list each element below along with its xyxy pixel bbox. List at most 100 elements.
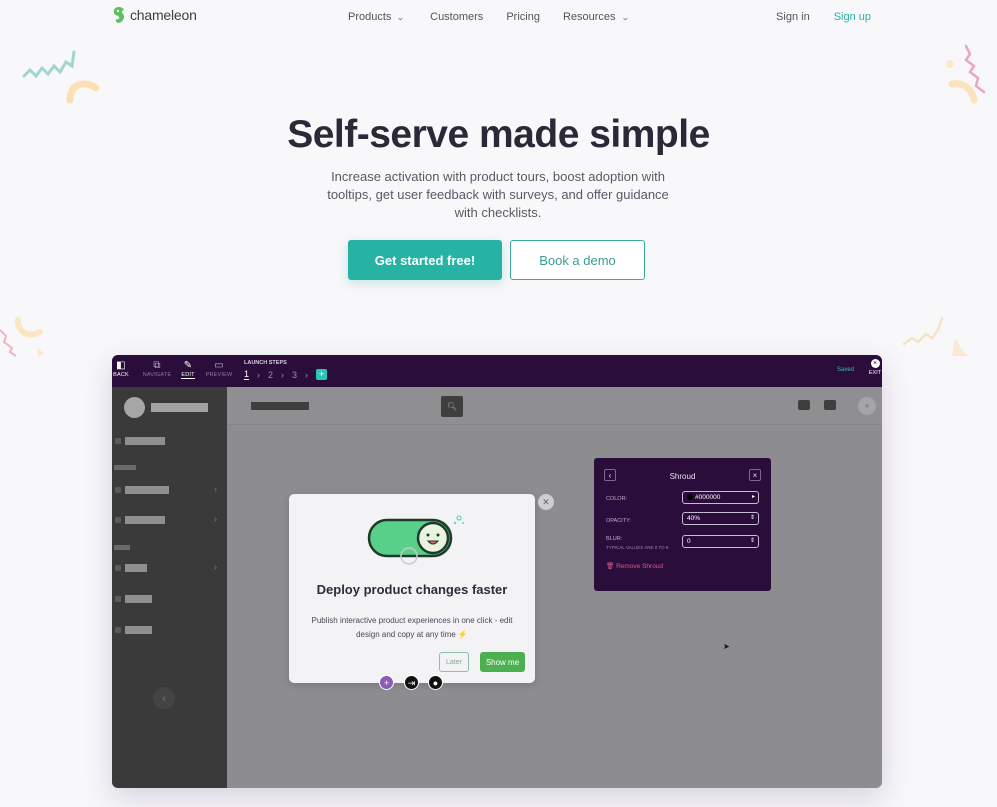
color-field[interactable]: #000000 ▸ (682, 491, 759, 504)
color-value: #000000 (695, 494, 721, 501)
exit-element-icon[interactable]: ⇥ (404, 675, 419, 690)
back-icon: ◧ (116, 360, 126, 371)
opacity-label: OPACITY: (606, 518, 631, 524)
step-3[interactable]: 3 (292, 370, 297, 380)
editor-toolbar: ◧ BACK ⧉ NAVIGATE ✎ EDIT ▭ PREVIEW LAUNC… (112, 355, 882, 387)
nav-resources-label: Resources (562, 11, 616, 23)
chameleon-logo-icon (113, 7, 125, 23)
auth-links: Sign in Sign up (776, 11, 871, 23)
sign-in-link[interactable]: Sign in (776, 11, 810, 23)
remove-shroud-button[interactable]: 🗑︎ Remove Shroud (606, 562, 663, 570)
step-2[interactable]: 2 (268, 370, 273, 380)
exit-label: EXIT (868, 370, 882, 376)
chevron-right-icon: › (214, 514, 217, 524)
placeholder-text (125, 437, 165, 445)
pencil-icon: ✎ (183, 360, 193, 371)
location-pin-icon[interactable]: ● (428, 675, 443, 690)
modal-body: Publish interactive product experiences … (311, 616, 513, 639)
show-me-button[interactable]: Show me (480, 652, 525, 672)
placeholder-text (125, 486, 169, 494)
preview-icon: ▭ (214, 360, 224, 371)
logo[interactable]: chameleon (112, 6, 197, 24)
modal-title: Deploy product changes faster (316, 582, 508, 597)
mouse-cursor-icon: ➤ (723, 642, 730, 651)
sidebar-item[interactable]: › (112, 562, 227, 574)
hero-title: Self-serve made simple (287, 113, 710, 156)
avatar (124, 397, 145, 418)
sidebar-item[interactable]: › (112, 514, 227, 526)
confetti-decoration (902, 316, 968, 356)
saved-status: Saved (836, 367, 854, 373)
notification-icon[interactable] (824, 400, 836, 410)
launch-steps: 1 › 2 › 3 › + (244, 369, 328, 380)
close-icon[interactable]: × (749, 469, 761, 481)
close-icon: × (870, 359, 880, 368)
chevron-right-icon: › (214, 562, 217, 572)
add-element-icon[interactable]: + (379, 675, 394, 690)
later-button[interactable]: Later (439, 652, 469, 672)
menu-item-icon (115, 487, 121, 493)
remove-shroud-label: Remove Shroud (616, 563, 664, 570)
stepper-icon[interactable]: ⇕ (750, 536, 755, 547)
menu-item-icon (115, 565, 121, 571)
color-swatch (687, 494, 693, 501)
get-started-button[interactable]: Get started free! (348, 240, 502, 280)
exit-button[interactable]: × EXIT (868, 359, 882, 376)
sidebar-item[interactable] (112, 595, 227, 605)
opacity-field[interactable]: 40% ⇕ (682, 512, 759, 525)
sidebar-section-label (114, 545, 130, 550)
preview-label: PREVIEW (205, 372, 233, 378)
nav-customers[interactable]: Customers (430, 11, 483, 23)
blur-value: 0 (687, 538, 691, 545)
sign-up-link[interactable]: Sign up (834, 11, 871, 23)
confetti-decoration (0, 317, 44, 357)
logo-text: chameleon (130, 7, 197, 23)
chat-icon[interactable] (798, 400, 810, 410)
sidebar-item[interactable] (112, 626, 227, 636)
toggle-illustration (367, 515, 464, 565)
nav-pricing[interactable]: Pricing (506, 11, 540, 23)
placeholder-text (125, 626, 152, 634)
collapse-sidebar-button[interactable]: ‹ (153, 687, 175, 709)
stepper-icon[interactable]: ⇕ (750, 513, 755, 524)
nav-pricing-label: Pricing (506, 11, 540, 23)
placeholder-text (125, 595, 152, 603)
chevron-down-icon: ⌄ (396, 12, 406, 22)
tour-modal: Deploy product changes faster Publish in… (289, 494, 535, 683)
navigate-label: NAVIGATE (142, 372, 172, 378)
confetti-decoration (946, 44, 986, 104)
preview-button[interactable]: ▭ PREVIEW (205, 359, 233, 378)
play-icon: ▸ (751, 494, 755, 500)
main-nav: Products ⌄ Customers Pricing Resources ⌄ (348, 11, 629, 23)
sidebar-item[interactable]: › (112, 484, 227, 496)
menu-item-icon (115, 438, 121, 444)
chevron-right-icon: › (305, 369, 309, 380)
user-avatar-icon[interactable]: ● (858, 397, 876, 415)
chevron-right-icon: › (281, 369, 285, 380)
sidebar-item[interactable] (112, 437, 227, 447)
search-icon[interactable]: 🔍︎ (441, 396, 463, 417)
edit-button[interactable]: ✎ EDIT (180, 359, 196, 379)
nav-resources[interactable]: Resources ⌄ (562, 11, 629, 23)
app-topbar: 🔍︎ ● (227, 387, 882, 425)
trash-icon: 🗑︎ (606, 563, 615, 570)
launch-steps-label: LAUNCH STEPS (244, 360, 287, 366)
search-input[interactable] (251, 402, 309, 410)
book-demo-button[interactable]: Book a demo (510, 240, 645, 280)
back-button[interactable]: ◧ BACK (112, 359, 130, 378)
nav-products-label: Products (348, 11, 392, 23)
app-sidebar: › › › ‹ (112, 387, 227, 788)
shroud-panel: ‹ Shroud × COLOR: #000000 ▸ OPACITY: 40%… (594, 458, 771, 591)
menu-item-icon (115, 596, 121, 602)
nav-products[interactable]: Products ⌄ (348, 11, 406, 23)
product-demo-screenshot: ◧ BACK ⧉ NAVIGATE ✎ EDIT ▭ PREVIEW LAUNC… (112, 355, 882, 788)
blur-hint: TYPICAL VALUES ARE 0 TO 8 (606, 545, 669, 550)
step-1[interactable]: 1 (244, 369, 250, 380)
close-icon[interactable]: ✕ (538, 494, 554, 510)
navigate-button[interactable]: ⧉ NAVIGATE (142, 359, 172, 378)
add-step-button[interactable]: + (316, 369, 328, 380)
navigate-icon: ⧉ (153, 360, 161, 371)
blur-field[interactable]: 0 ⇕ (682, 535, 759, 548)
panel-title: Shroud (669, 472, 696, 481)
site-header: chameleon Products ⌄ Customers Pricing R… (0, 0, 997, 34)
